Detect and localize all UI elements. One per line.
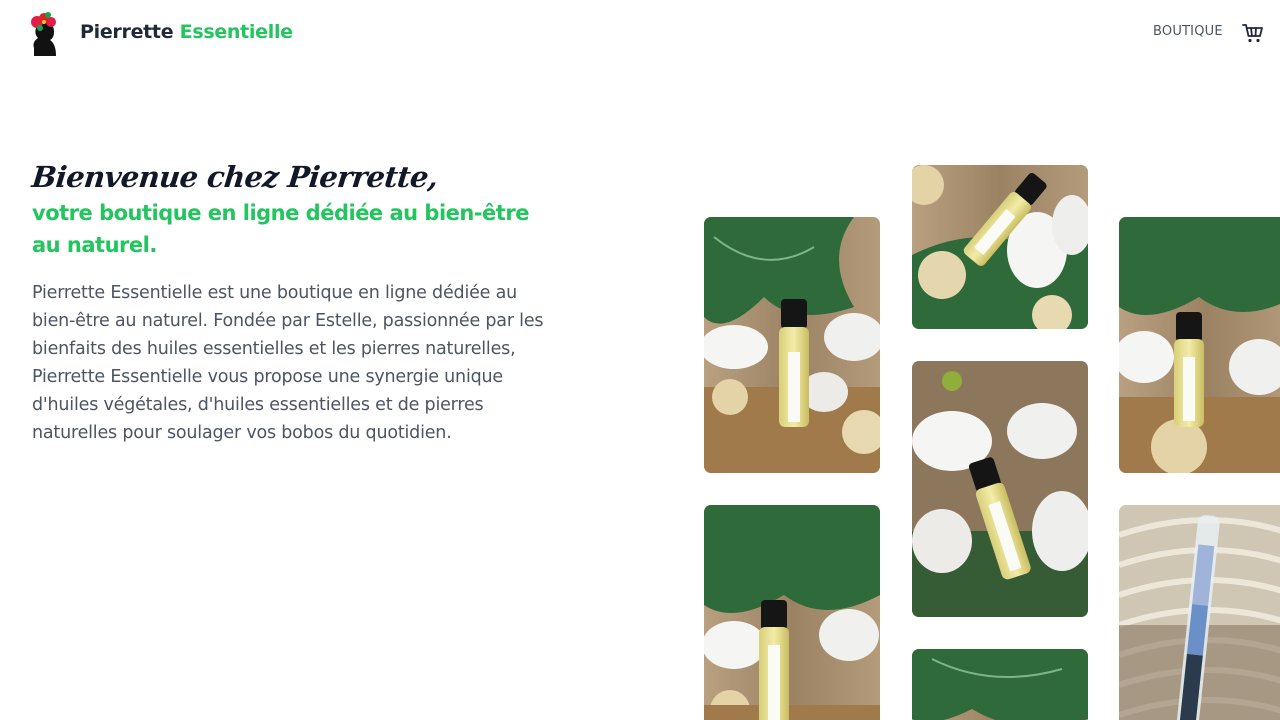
hero-description: Pierrette Essentielle est une boutique e… [32,282,544,443]
roll-on-bottle-photo-2 [912,165,1088,329]
roll-on-bottle-photo-3 [1119,217,1280,473]
roll-on-bottle-photo-4 [912,361,1088,617]
hero-section: Bienvenue chez Pierrette, votre boutique… [30,160,572,447]
roll-on-bottle-photo-5 [704,505,880,720]
roll-on-bottle-photo-1 [704,217,880,473]
nav-boutique-link[interactable]: BOUTIQUE [1153,24,1223,39]
brand-name-part1: Pierrette [80,21,174,43]
woman-silhouette-logo-icon[interactable] [26,10,62,56]
cart-icon[interactable] [1241,22,1265,44]
stone-vial-photo [1119,505,1280,720]
brand-name-part2: Essentielle [179,21,293,43]
tagline-heading: votre boutique en ligne dédiée au bien-ê… [32,200,529,257]
brand-name[interactable]: Pierrette Essentielle [80,21,293,43]
site-header: Pierrette Essentielle BOUTIQUE [0,0,1280,66]
roll-on-bottle-photo-6 [912,649,1088,720]
welcome-heading: Bienvenue chez Pierrette, [30,160,440,194]
